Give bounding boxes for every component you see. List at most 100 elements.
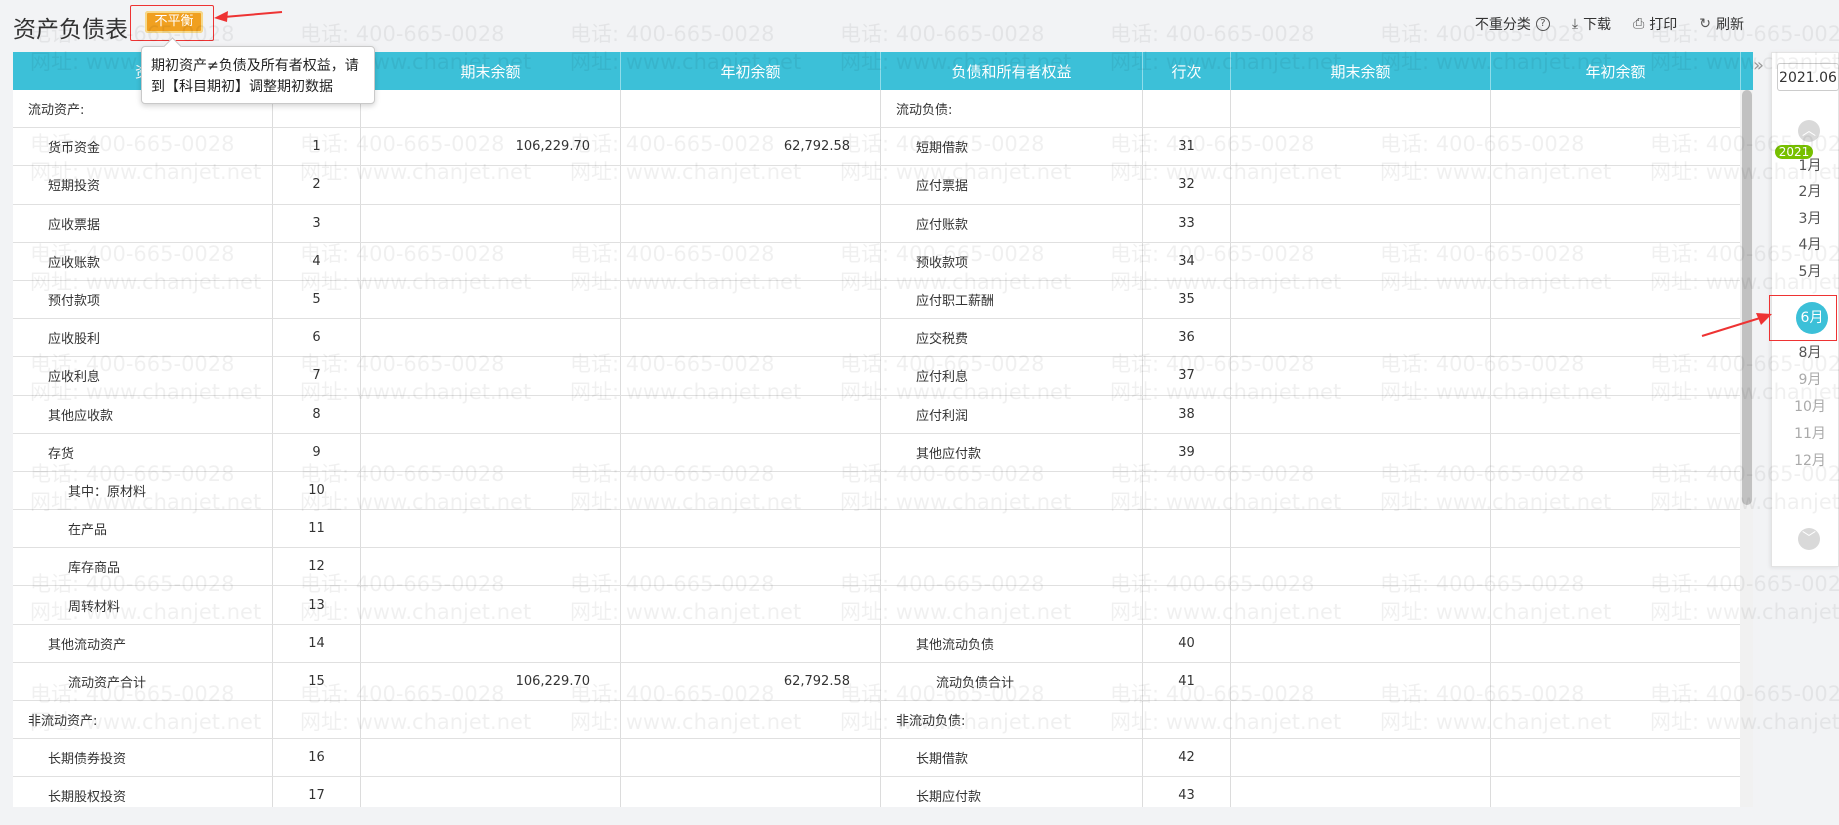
liability-name-cell: 长期应付款 xyxy=(881,777,1143,807)
asset-begin-balance-cell xyxy=(621,319,881,357)
liability-begin-balance-cell xyxy=(1491,624,1741,662)
asset-end-balance-cell xyxy=(361,433,621,471)
liability-begin-balance-cell xyxy=(1491,701,1741,739)
asset-name-cell: 长期股权投资 xyxy=(13,777,273,807)
asset-row-no-cell: 8 xyxy=(273,395,361,433)
liability-name-cell: 预收款项 xyxy=(881,242,1143,280)
table-row: 其他流动资产 14 其他流动负债 40 xyxy=(13,624,1753,663)
asset-row-no-cell: 7 xyxy=(273,357,361,395)
table-row: 货币资金 1 106,229.70 62,792.58 短期借款 31 xyxy=(13,128,1753,167)
asset-end-balance-cell xyxy=(361,319,621,357)
help-icon[interactable]: ? xyxy=(1535,17,1550,31)
asset-end-balance-cell xyxy=(361,90,621,128)
asset-end-balance-cell xyxy=(361,701,621,739)
month-10[interactable]: 10月 xyxy=(1779,396,1839,416)
asset-end-balance-cell xyxy=(361,471,621,510)
liability-end-balance-cell xyxy=(1231,204,1491,242)
download-button[interactable]: ⤓ 下载 xyxy=(1572,14,1611,34)
liability-name-cell: 应交税费 xyxy=(881,319,1143,357)
toolbar: 不重分类 ? ⤓ 下载 ⎙ 打印 ↻ 刷新 xyxy=(1475,14,1744,34)
liability-name-cell: 应付职工薪酬 xyxy=(881,280,1143,319)
liability-row-no-cell: 31 xyxy=(1143,128,1231,166)
asset-end-balance-cell xyxy=(361,586,621,624)
liability-end-balance-cell xyxy=(1231,624,1491,662)
liability-name-cell: 流动负债: xyxy=(881,90,1143,128)
print-label: 打印 xyxy=(1649,17,1678,33)
page-title: 资产负债表 xyxy=(13,17,128,43)
month-11[interactable]: 11月 xyxy=(1779,423,1839,443)
month-1[interactable]: 1月 xyxy=(1779,155,1839,175)
asset-end-balance-cell xyxy=(361,166,621,204)
liability-name-cell: 应付利润 xyxy=(881,395,1143,433)
scrollbar-thumb[interactable] xyxy=(1742,90,1752,505)
liability-begin-balance-cell xyxy=(1491,548,1741,586)
print-button[interactable]: ⎙ 打印 xyxy=(1633,14,1677,34)
liability-end-balance-cell xyxy=(1231,433,1491,471)
balance-sheet-table: 资 期末余额 年初余额 负债和所有者权益 行次 期末余额 年初余额 流动资产:流… xyxy=(13,52,1753,807)
asset-end-balance-cell xyxy=(361,624,621,662)
liability-name-cell xyxy=(881,586,1143,624)
liability-begin-balance-cell xyxy=(1491,204,1741,242)
liability-name-cell: 应付利息 xyxy=(881,357,1143,395)
month-9[interactable]: 9月 xyxy=(1779,369,1839,389)
header-liab-begin: 年初余额 xyxy=(1491,52,1741,90)
month-6-active[interactable]: 6月 xyxy=(1796,302,1828,334)
month-4[interactable]: 4月 xyxy=(1779,234,1839,254)
asset-begin-balance-cell xyxy=(621,510,881,548)
month-3[interactable]: 3月 xyxy=(1779,208,1839,228)
period-display[interactable]: 2021.06 xyxy=(1777,63,1839,91)
asset-begin-balance-cell: 62,792.58 xyxy=(621,662,881,700)
liability-name-cell: 应付票据 xyxy=(881,166,1143,204)
asset-end-balance-cell: 106,229.70 xyxy=(361,662,621,700)
download-label: 下载 xyxy=(1583,17,1612,33)
liability-name-cell: 非流动负债: xyxy=(881,701,1143,739)
liability-end-balance-cell xyxy=(1231,90,1491,128)
liability-begin-balance-cell xyxy=(1491,739,1741,777)
asset-begin-balance-cell: 62,792.58 xyxy=(621,128,881,166)
asset-begin-balance-cell xyxy=(621,204,881,242)
asset-name-cell: 应收票据 xyxy=(13,204,273,242)
collapse-panel-icon[interactable]: » xyxy=(1753,55,1764,76)
asset-row-no-cell xyxy=(273,701,361,739)
asset-begin-balance-cell xyxy=(621,548,881,586)
unbalanced-badge[interactable]: 不平衡 xyxy=(145,11,203,33)
no-reclass-toggle[interactable]: 不重分类 ? xyxy=(1475,14,1550,34)
liability-begin-balance-cell xyxy=(1491,586,1741,624)
liability-begin-balance-cell xyxy=(1491,90,1741,128)
asset-row-no-cell: 4 xyxy=(273,242,361,280)
month-12[interactable]: 12月 xyxy=(1779,450,1839,470)
refresh-label: 刷新 xyxy=(1716,17,1744,33)
liability-name-cell: 其他应付款 xyxy=(881,433,1143,471)
liability-name-cell: 长期借款 xyxy=(881,739,1143,777)
month-5[interactable]: 5月 xyxy=(1779,261,1839,281)
table-row: 在产品 11 xyxy=(13,510,1753,549)
download-icon: ⤓ xyxy=(1571,16,1579,32)
asset-begin-balance-cell xyxy=(621,395,881,433)
liability-begin-balance-cell xyxy=(1491,433,1741,471)
asset-begin-balance-cell xyxy=(621,280,881,319)
scroll-up-icon[interactable]: ︿ xyxy=(1798,120,1820,142)
liability-end-balance-cell xyxy=(1231,357,1491,395)
liability-end-balance-cell xyxy=(1231,777,1491,807)
table-row: 应收股利 6 应交税费 36 xyxy=(13,319,1753,358)
month-8[interactable]: 8月 xyxy=(1779,342,1839,362)
table-row: 长期债券投资 16 长期借款 42 xyxy=(13,739,1753,778)
asset-name-cell: 长期债券投资 xyxy=(13,739,273,777)
liability-end-balance-cell xyxy=(1231,242,1491,280)
asset-end-balance-cell xyxy=(361,280,621,319)
refresh-icon: ↻ xyxy=(1699,16,1711,32)
table-row: 长期股权投资 17 长期应付款 43 xyxy=(13,777,1753,807)
refresh-button[interactable]: ↻ 刷新 xyxy=(1699,14,1744,34)
liability-end-balance-cell xyxy=(1231,319,1491,357)
liability-row-no-cell xyxy=(1143,586,1231,624)
liability-end-balance-cell xyxy=(1231,701,1491,739)
scroll-down-icon[interactable]: ﹀ xyxy=(1798,528,1820,550)
table-row: 应收票据 3 应付账款 33 xyxy=(13,204,1753,243)
liability-begin-balance-cell xyxy=(1491,242,1741,280)
liability-name-cell xyxy=(881,510,1143,548)
liability-row-no-cell: 37 xyxy=(1143,357,1231,395)
asset-end-balance-cell xyxy=(361,548,621,586)
liability-name-cell: 流动负债合计 xyxy=(881,662,1143,700)
month-2[interactable]: 2月 xyxy=(1779,181,1839,201)
asset-name-cell: 预付款项 xyxy=(13,280,273,319)
